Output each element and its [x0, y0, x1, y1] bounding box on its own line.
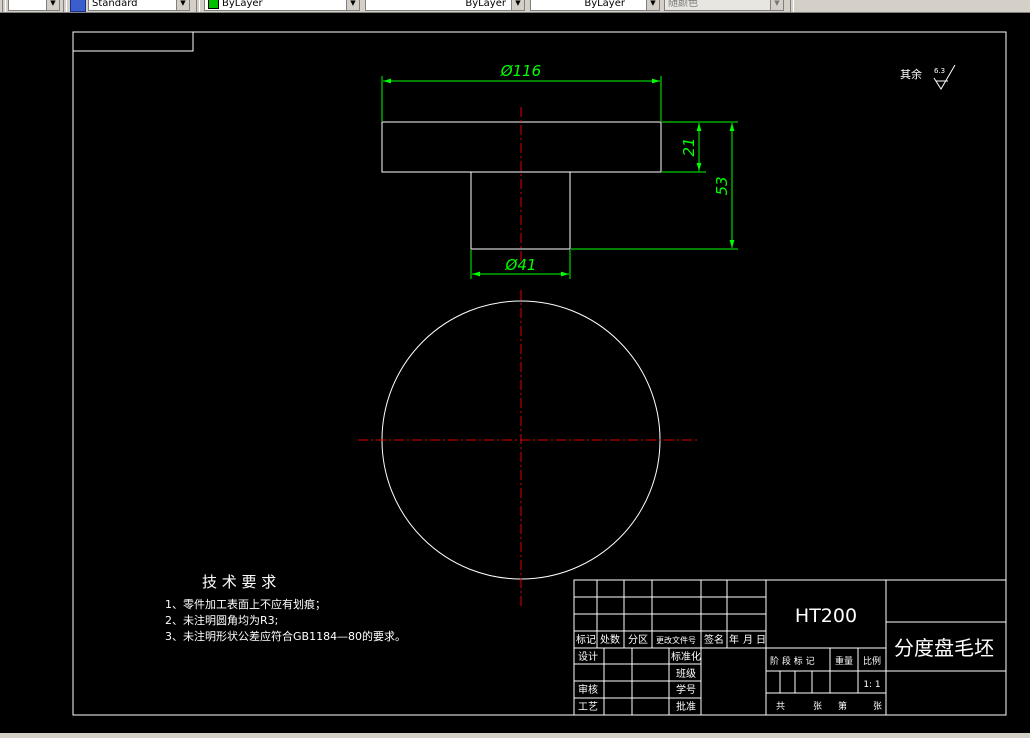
toolbar-separator — [196, 0, 200, 12]
tb-approve-label: 批准 — [676, 700, 696, 713]
tb-class-label: 班级 — [676, 668, 696, 680]
tb-sheets-unit: 张 — [813, 701, 822, 712]
rev-header-zone: 分区 — [628, 634, 648, 646]
color-swatch-icon — [208, 0, 219, 9]
rev-header-day: 日 — [756, 635, 766, 646]
tb-process-label: 工艺 — [578, 701, 598, 713]
chevron-down-icon[interactable]: ▼ — [176, 0, 189, 10]
lineweight-value: ByLayer — [584, 0, 625, 9]
linetype-value: ByLayer — [465, 0, 506, 9]
toolbar-separator — [2, 0, 6, 12]
rev-header-year: 年 — [729, 633, 739, 646]
surface-finish-value: 6.3 — [934, 67, 945, 75]
dimension-texts: Ø116 21 53 Ø41 — [500, 62, 731, 274]
dim-text-flange-thickness: 21 — [680, 137, 698, 156]
tech-req-item-3: 3、未注明形状公差应符合GB1184—80的要求。 — [165, 629, 406, 643]
tb-material: HT200 — [795, 605, 857, 627]
chevron-down-icon[interactable]: ▼ — [770, 0, 783, 10]
title-block-texts: 标记 处数 分区 更改文件号 签名 年 月 日 设计 标准化 班级 审核 学号 … — [576, 605, 994, 713]
tech-requirements: 技 术 要 求 1、零件加工表面上不应有划痕； 2、未注明圆角均为R3; 3、未… — [165, 573, 406, 643]
window-bottom-edge — [0, 733, 1030, 738]
layer-select[interactable]: ByLayer ▼ — [204, 0, 360, 11]
tb-part-name: 分度盘毛坯 — [894, 636, 994, 660]
tech-req-item-1: 1、零件加工表面上不应有划痕； — [165, 597, 326, 611]
surface-finish-symbol: 其余 6.3 — [900, 64, 956, 90]
tb-review-label: 审核 — [578, 683, 598, 696]
tb-design-label: 设计 — [578, 650, 598, 663]
tb-scale-value: 1: 1 — [863, 680, 880, 690]
chevron-down-icon[interactable]: ▼ — [646, 0, 659, 10]
dim-text-hub-diameter: Ø41 — [505, 256, 537, 274]
tb-sheet-no-label: 第 — [838, 700, 847, 712]
chevron-down-icon[interactable]: ▼ — [511, 0, 524, 10]
dim-text-total-height: 53 — [713, 176, 731, 195]
lineweight-select[interactable]: ByLayer ▼ — [530, 0, 660, 11]
tb-sheets-total-label: 共 — [776, 701, 785, 712]
rev-header-count: 处数 — [600, 633, 620, 646]
plot-style-select[interactable]: 随颜色 ▼ — [664, 0, 784, 11]
toolbar-separator — [63, 0, 67, 12]
tb-stage-mark-label: 阶 段 标 记 — [770, 655, 815, 667]
chevron-down-icon[interactable]: ▼ — [46, 0, 59, 10]
linetype-select[interactable]: ByLayer ▼ — [365, 0, 525, 11]
drawing-canvas[interactable]: Ø116 21 53 Ø41 其余 6.3 技 术 要 求 1、零件加工表面上不… — [0, 12, 1030, 733]
text-style-icon[interactable] — [70, 0, 86, 12]
text-style-value: Standard — [92, 0, 138, 9]
rev-header-doc: 更改文件号 — [656, 635, 696, 645]
rev-header-sign: 签名 — [704, 633, 724, 646]
tech-req-title: 技 术 要 求 — [202, 573, 276, 591]
corner-label-box — [72, 31, 194, 52]
layer-value: ByLayer — [222, 0, 263, 9]
tb-scale-label: 比例 — [863, 655, 881, 667]
tb-student-id-label: 学号 — [676, 683, 696, 696]
tech-req-item-2: 2、未注明圆角均为R3; — [165, 613, 278, 627]
chevron-down-icon[interactable]: ▼ — [346, 0, 359, 10]
rev-header-month: 月 — [743, 634, 753, 646]
plot-style-value: 随颜色 — [668, 0, 698, 9]
tb-standardization-label: 标准化 — [671, 650, 701, 663]
text-style-select[interactable]: Standard ▼ — [88, 0, 190, 11]
top-view-centerlines — [358, 290, 700, 606]
tb-sheet-no-unit: 张 — [873, 701, 882, 712]
drawing-border — [72, 31, 1007, 716]
toolbar-left-combo[interactable]: ▼ — [8, 0, 60, 11]
rev-header-mark: 标记 — [576, 634, 596, 646]
toolbar-separator — [790, 0, 794, 12]
surface-finish-note: 其余 — [900, 67, 922, 81]
dim-text-top-diameter: Ø116 — [500, 62, 541, 80]
tb-weight-label: 重量 — [835, 655, 853, 667]
